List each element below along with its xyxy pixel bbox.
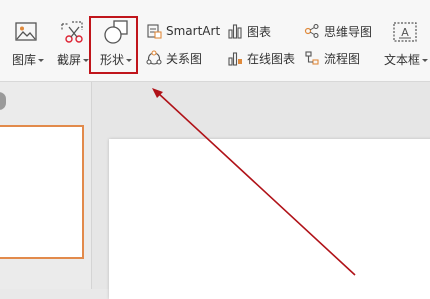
svg-text:A: A xyxy=(401,26,409,39)
textbox-icon: A xyxy=(393,22,417,42)
flowchart-icon xyxy=(305,51,319,65)
mindmap-button[interactable]: 思维导图 xyxy=(304,21,372,41)
scissors-icon xyxy=(61,21,83,43)
chart-label: 图表 xyxy=(247,24,272,39)
ribbon-toolbar: 图库 截屏 形状 SmartArt 关系图 图表 在线图表 思维导图 流程图 A… xyxy=(0,0,430,82)
flowchart-label: 流程图 xyxy=(324,51,361,66)
relation-icon xyxy=(146,50,162,65)
relation-chart-label: 关系图 xyxy=(166,51,203,66)
dropdown-caret-icon xyxy=(422,59,429,62)
screenshot-button[interactable]: 截屏 xyxy=(54,0,90,78)
chart-icon xyxy=(228,24,242,39)
dropdown-caret-icon xyxy=(38,59,45,62)
online-chart-icon xyxy=(228,52,242,66)
flowchart-button[interactable]: 流程图 xyxy=(304,48,360,68)
smartart-icon xyxy=(147,24,162,39)
pane-collapse-handle[interactable] xyxy=(0,92,6,110)
online-chart-label: 在线图表 xyxy=(247,51,296,66)
screenshot-label: 截屏 xyxy=(57,53,82,67)
textbox-label: 文本框 xyxy=(384,53,421,67)
smartart-button[interactable]: SmartArt xyxy=(146,21,220,41)
picture-library-label: 图库 xyxy=(12,53,37,67)
picture-library-button[interactable]: 图库 xyxy=(8,0,48,78)
smartart-label: SmartArt xyxy=(166,24,221,38)
slide-canvas[interactable] xyxy=(109,139,430,299)
slide-editing-area[interactable] xyxy=(92,82,430,299)
mindmap-label: 思维导图 xyxy=(324,24,373,39)
relation-chart-button[interactable]: 关系图 xyxy=(146,48,202,68)
chart-button[interactable]: 图表 xyxy=(227,21,271,41)
textbox-button[interactable]: A 文本框 xyxy=(382,0,430,78)
mindmap-icon xyxy=(304,23,319,39)
slide-thumbnail-pane[interactable] xyxy=(0,82,91,289)
slide-thumbnail[interactable] xyxy=(0,125,84,259)
shapes-highlight-box xyxy=(89,16,138,74)
picture-icon xyxy=(15,22,37,41)
online-chart-button[interactable]: 在线图表 xyxy=(227,48,295,68)
